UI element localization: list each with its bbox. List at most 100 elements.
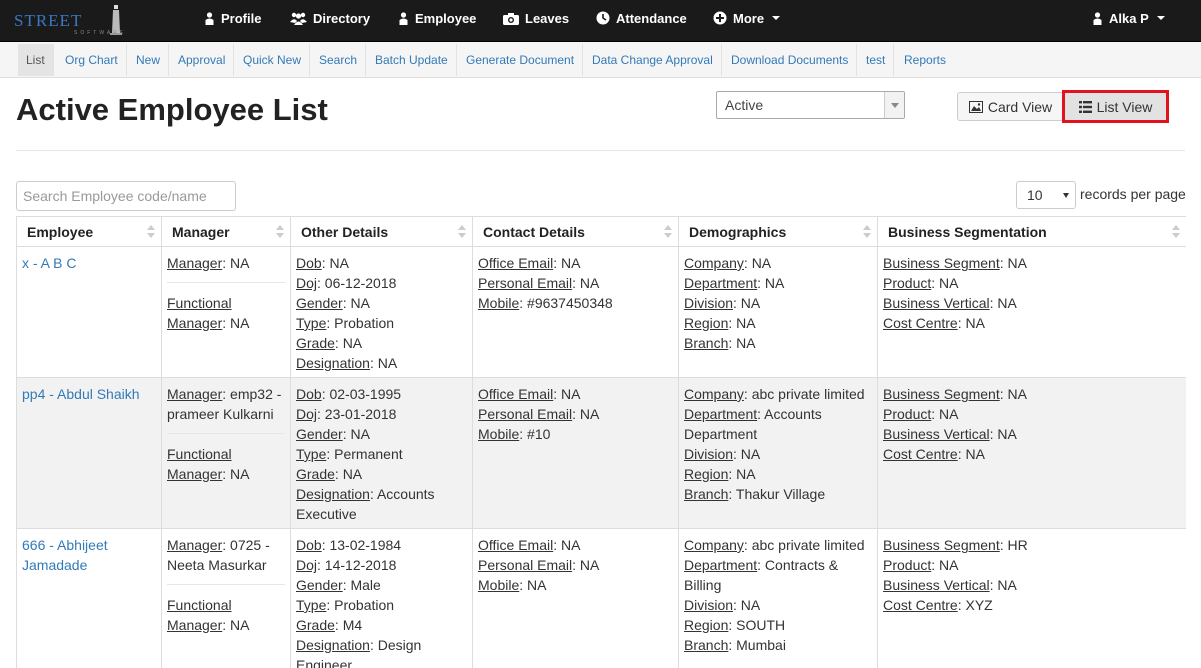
field-label[interactable]: Company: [684, 255, 744, 271]
field-label[interactable]: Cost Centre: [883, 315, 958, 331]
field-label[interactable]: Branch: [684, 637, 728, 653]
subnav-download-documents[interactable]: Download Documents: [723, 44, 858, 76]
records-per-page-select[interactable]: 10: [1016, 181, 1076, 209]
nav-leaves[interactable]: Leaves: [503, 0, 569, 36]
field-label[interactable]: Company: [684, 386, 744, 402]
field-label[interactable]: Type: [296, 315, 326, 331]
field-label[interactable]: Grade: [296, 617, 335, 633]
field-label[interactable]: Dob: [296, 255, 322, 271]
subnav-org-chart[interactable]: Org Chart: [57, 44, 127, 76]
column-header-contact-details[interactable]: Contact Details: [472, 216, 679, 247]
field-label[interactable]: Mobile: [478, 426, 519, 442]
subnav-generate-document[interactable]: Generate Document: [458, 44, 584, 76]
field-label[interactable]: Business Vertical: [883, 295, 990, 311]
field-label[interactable]: Personal Email: [478, 406, 572, 422]
field-label[interactable]: Grade: [296, 466, 335, 482]
field-label[interactable]: Designation: [296, 355, 370, 371]
field-label[interactable]: Gender: [296, 426, 343, 442]
subnav-test[interactable]: test: [858, 44, 895, 76]
subnav-quick-new[interactable]: Quick New: [235, 44, 311, 76]
subnav-list[interactable]: List: [18, 44, 54, 76]
field-label[interactable]: Manager: [167, 386, 222, 402]
field-label[interactable]: Product: [883, 275, 931, 291]
business-segmentation-cell: Business Segment: NA Product: NA Business …: [877, 246, 1186, 378]
field-label[interactable]: Branch: [684, 335, 728, 351]
field-label[interactable]: Manager: [167, 617, 222, 633]
field-label[interactable]: Designation: [296, 637, 370, 653]
field-label[interactable]: Doj: [296, 557, 317, 573]
field-label[interactable]: Grade: [296, 335, 335, 351]
field-label[interactable]: Business Segment: [883, 255, 1000, 271]
nav-attendance[interactable]: Attendance: [596, 0, 687, 36]
subnav-data-change-approval[interactable]: Data Change Approval: [584, 44, 722, 76]
field-label[interactable]: Office Email: [478, 537, 553, 553]
field-label[interactable]: Manager: [167, 537, 222, 553]
field-label[interactable]: Personal Email: [478, 275, 572, 291]
field-label[interactable]: Business Segment: [883, 386, 1000, 402]
field-label[interactable]: Region: [684, 315, 728, 331]
other-details-field: Doj: 06-12-2018: [296, 273, 467, 293]
field-label[interactable]: Region: [684, 466, 728, 482]
employee-link[interactable]: x - A B C: [22, 253, 156, 273]
subnav-approval[interactable]: Approval: [170, 44, 235, 76]
nav-directory[interactable]: Directory: [290, 0, 370, 36]
field-label[interactable]: Business Vertical: [883, 577, 990, 593]
subnav-reports[interactable]: Reports: [896, 44, 954, 76]
search-input[interactable]: [16, 181, 236, 211]
field-label[interactable]: Region: [684, 617, 728, 633]
field-label[interactable]: Doj: [296, 275, 317, 291]
field-label[interactable]: Type: [296, 597, 326, 613]
field-label[interactable]: Business Vertical: [883, 426, 990, 442]
field-label[interactable]: Department: [684, 406, 757, 422]
field-label[interactable]: Manager: [167, 466, 222, 482]
column-header-other-details[interactable]: Other Details: [290, 216, 473, 247]
company-logo[interactable]: STREET SOFTWARE: [14, 3, 170, 37]
field-label[interactable]: Division: [684, 446, 733, 462]
field-label[interactable]: Functional: [167, 597, 232, 613]
field-label[interactable]: Dob: [296, 537, 322, 553]
field-label[interactable]: Division: [684, 597, 733, 613]
column-header-employee[interactable]: Employee: [16, 216, 162, 247]
status-filter-select[interactable]: Active: [716, 91, 905, 119]
field-label[interactable]: Cost Centre: [883, 597, 958, 613]
field-label[interactable]: Mobile: [478, 577, 519, 593]
field-label[interactable]: Branch: [684, 486, 728, 502]
field-label[interactable]: Product: [883, 406, 931, 422]
column-header-label: Manager: [172, 223, 230, 240]
field-label[interactable]: Gender: [296, 295, 343, 311]
nav-more[interactable]: More: [713, 0, 781, 36]
field-label[interactable]: Department: [684, 275, 757, 291]
field-label[interactable]: Functional: [167, 446, 232, 462]
employee-link[interactable]: 666 - Abhijeet Jamadade: [22, 535, 156, 575]
column-header-demographics[interactable]: Demographics: [678, 216, 878, 247]
field-label[interactable]: Business Segment: [883, 537, 1000, 553]
field-label[interactable]: Manager: [167, 315, 222, 331]
field-label[interactable]: Department: [684, 557, 757, 573]
subnav-new[interactable]: New: [128, 44, 170, 76]
field-label[interactable]: Mobile: [478, 295, 519, 311]
field-label[interactable]: Type: [296, 446, 326, 462]
list-view-button[interactable]: List View: [1062, 90, 1169, 123]
field-label[interactable]: Product: [883, 557, 931, 573]
field-label[interactable]: Gender: [296, 577, 343, 593]
nav-profile[interactable]: Profile: [204, 0, 261, 36]
field-label[interactable]: Company: [684, 537, 744, 553]
column-header-business-segmentation[interactable]: Business Segmentation: [877, 216, 1186, 247]
field-label[interactable]: Cost Centre: [883, 446, 958, 462]
field-label[interactable]: Personal Email: [478, 557, 572, 573]
field-label[interactable]: Manager: [167, 255, 222, 271]
subnav-batch-update[interactable]: Batch Update: [367, 44, 457, 76]
nav-employee[interactable]: Employee: [398, 0, 476, 36]
field-label[interactable]: Dob: [296, 386, 322, 402]
field-label[interactable]: Designation: [296, 486, 370, 502]
field-label[interactable]: Office Email: [478, 255, 553, 271]
field-label[interactable]: Division: [684, 295, 733, 311]
field-label[interactable]: Doj: [296, 406, 317, 422]
employee-link[interactable]: pp4 - Abdul Shaikh: [22, 384, 156, 404]
subnav-search[interactable]: Search: [311, 44, 367, 76]
user-menu[interactable]: Alka P: [1092, 0, 1165, 36]
field-label[interactable]: Functional: [167, 295, 232, 311]
column-header-manager[interactable]: Manager: [161, 216, 291, 247]
card-view-button[interactable]: Card View: [957, 92, 1064, 121]
field-label[interactable]: Office Email: [478, 386, 553, 402]
